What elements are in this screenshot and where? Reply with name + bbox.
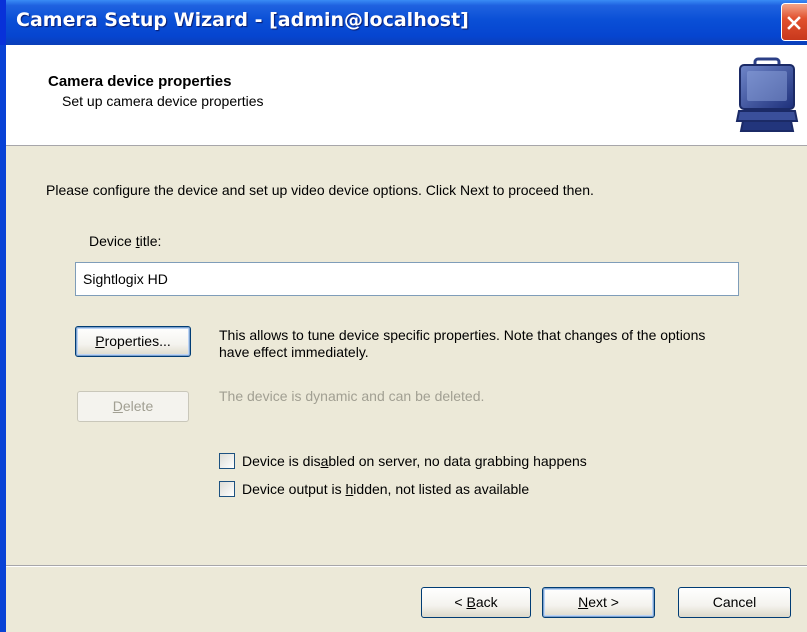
properties-button[interactable]: Properties...	[75, 326, 191, 357]
disabled-checkbox[interactable]	[219, 453, 235, 469]
hidden-checkbox-label: Device output is hidden, not listed as a…	[242, 481, 530, 497]
option-disabled-on-server[interactable]: Device is disabled on server, no data gr…	[219, 451, 587, 471]
close-icon	[787, 16, 801, 30]
device-title-label: Device title:	[89, 233, 162, 249]
next-button[interactable]: Next >	[542, 587, 655, 618]
close-button[interactable]	[781, 3, 807, 41]
option-output-hidden[interactable]: Device output is hidden, not listed as a…	[219, 479, 529, 499]
hidden-checkbox[interactable]	[219, 481, 235, 497]
cancel-button[interactable]: Cancel	[678, 587, 791, 618]
device-title-input[interactable]: Sightlogix HD	[75, 262, 739, 296]
title-bar: Camera Setup Wizard - [admin@localhost]	[0, 0, 807, 45]
properties-description: This allows to tune device specific prop…	[219, 327, 706, 360]
disabled-checkbox-label: Device is disabled on server, no data gr…	[242, 453, 587, 469]
footer-separator	[6, 565, 807, 567]
header-subtitle: Set up camera device properties	[62, 93, 264, 109]
wizard-header: Camera device properties Set up camera d…	[6, 45, 807, 146]
header-title: Camera device properties	[48, 73, 232, 90]
window-title: Camera Setup Wizard - [admin@localhost]	[16, 9, 469, 31]
back-button[interactable]: < Back	[421, 587, 531, 618]
delete-description: The device is dynamic and can be deleted…	[219, 388, 485, 404]
camera-case-icon	[735, 57, 799, 132]
delete-button[interactable]: Delete	[77, 391, 189, 422]
intro-text: Please configure the device and set up v…	[46, 182, 594, 198]
